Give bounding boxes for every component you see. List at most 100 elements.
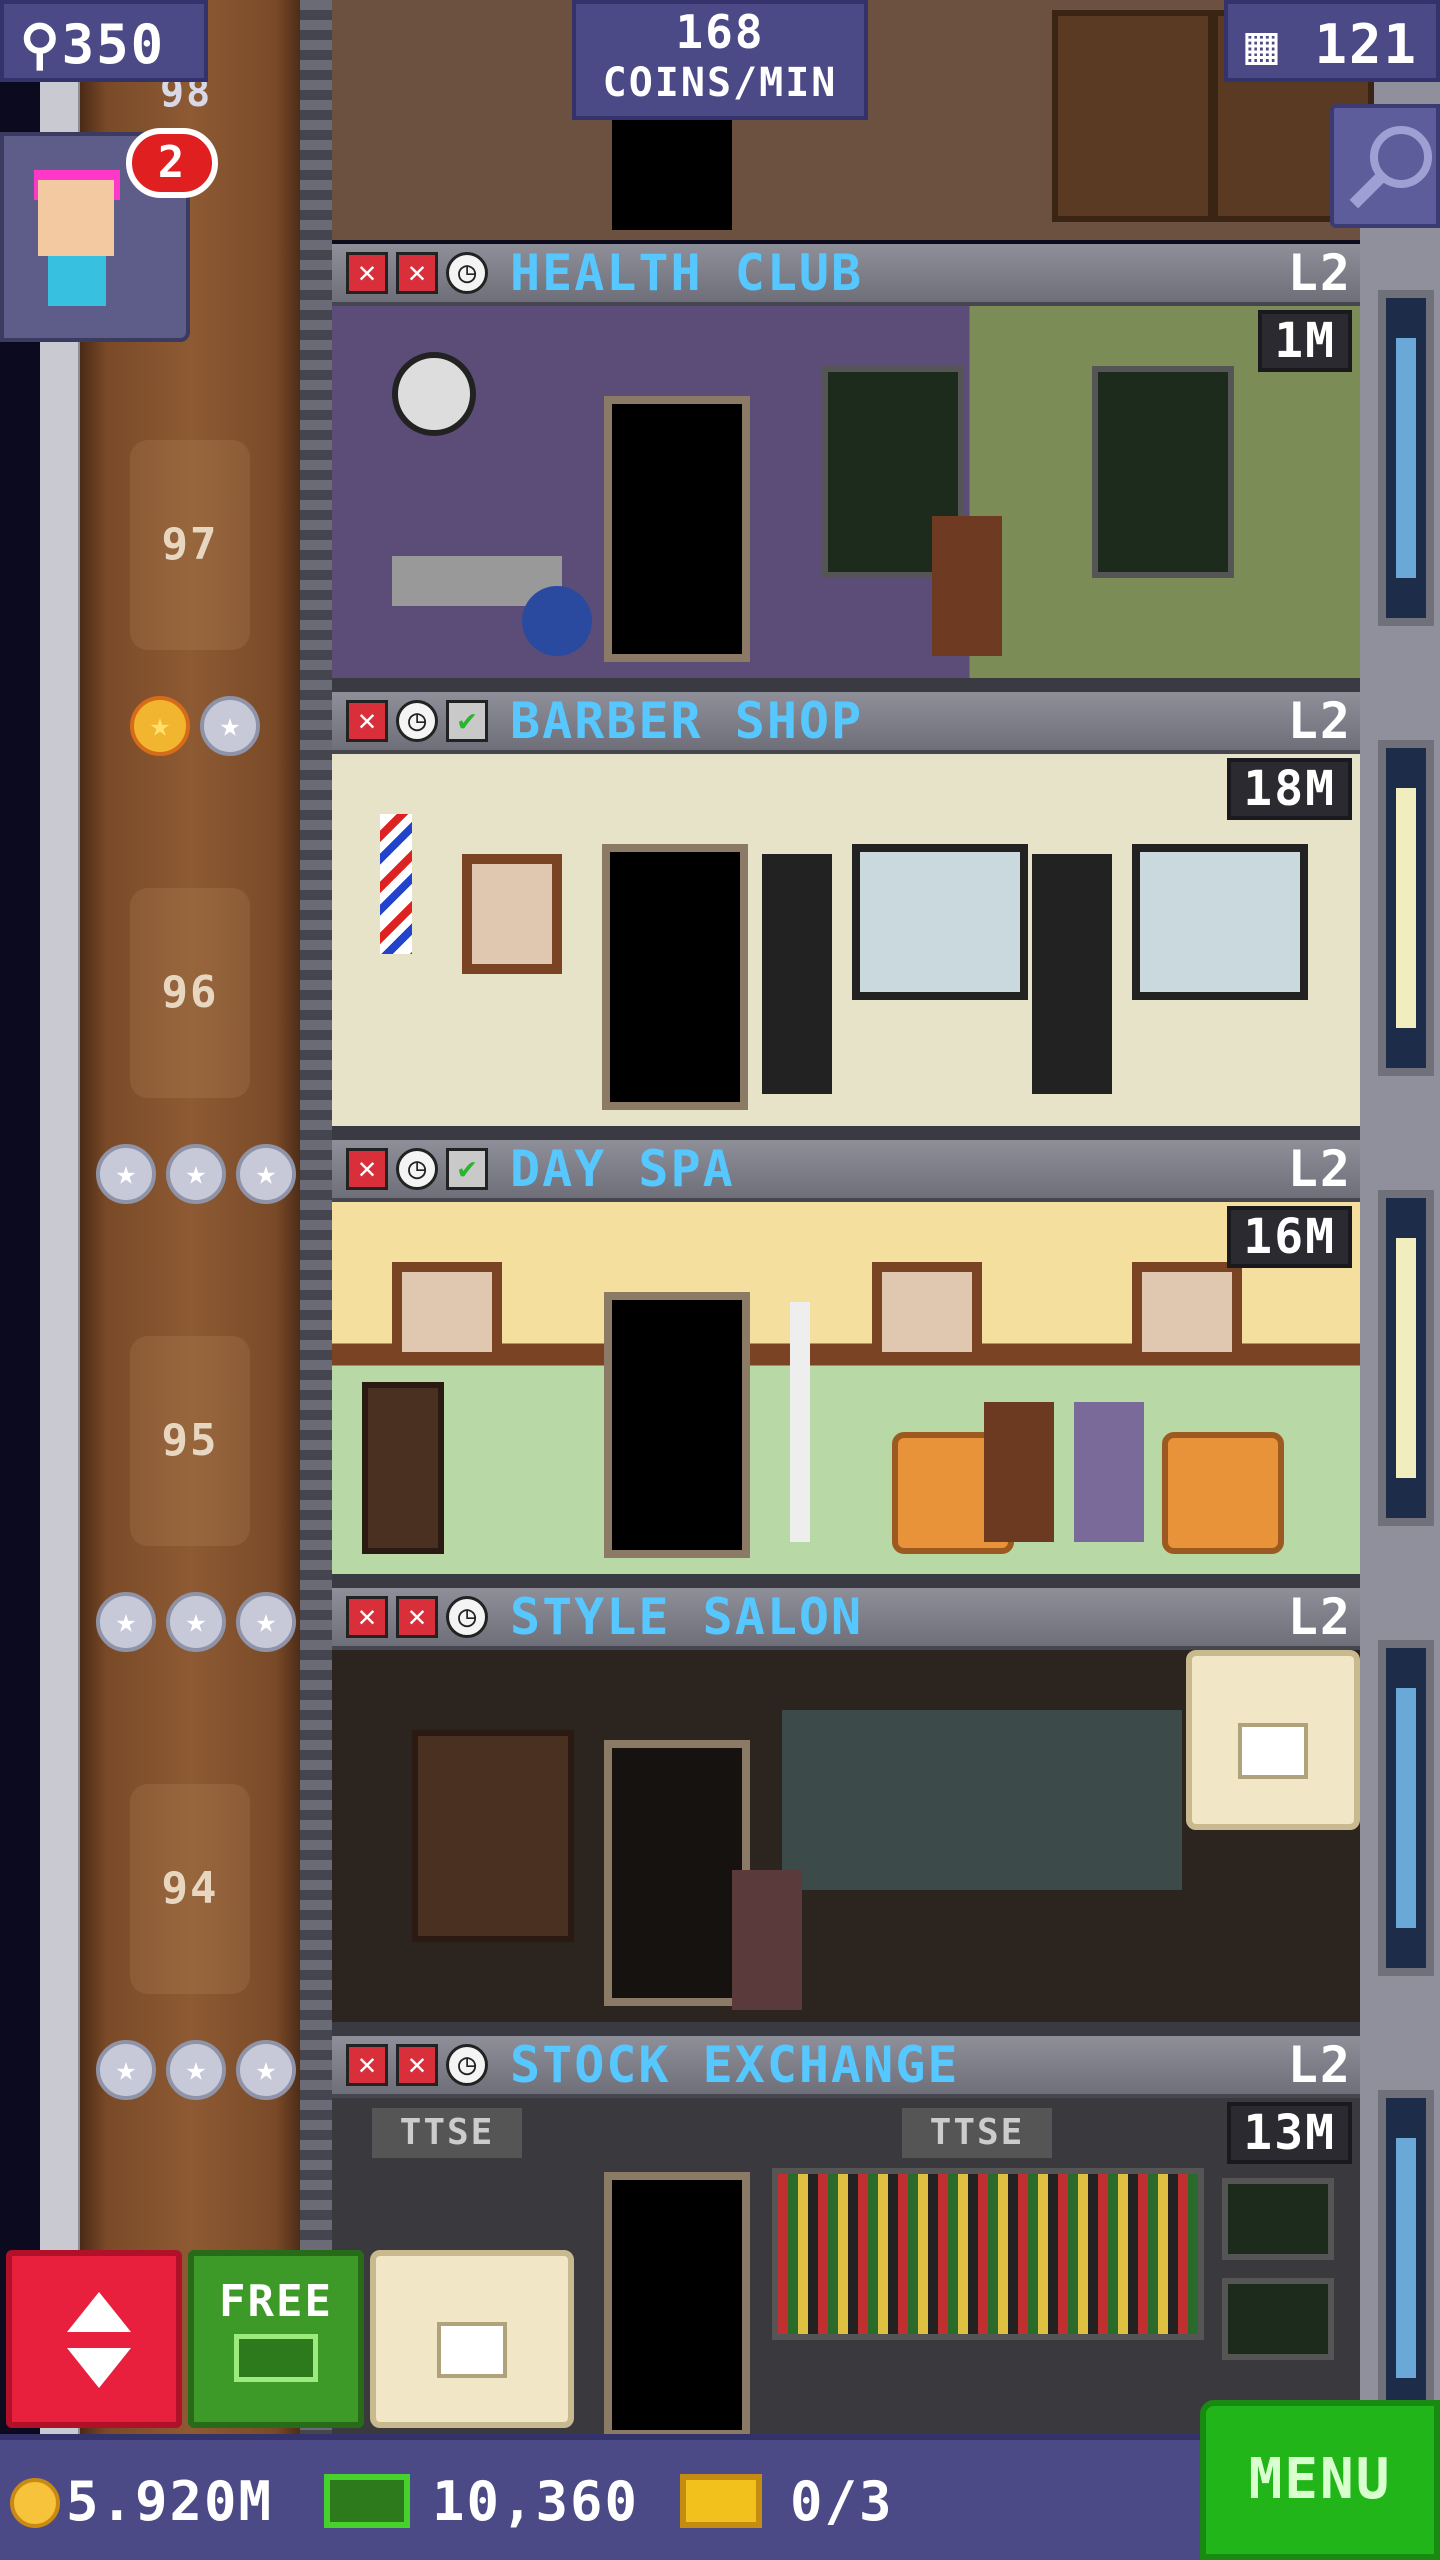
door xyxy=(602,844,748,1110)
barber-pole xyxy=(380,814,412,954)
clock-icon: ◷ xyxy=(396,1148,438,1190)
elevator-button[interactable] xyxy=(6,2250,182,2428)
tower-window xyxy=(1378,2090,1434,2426)
floor-stars: ★ ★ xyxy=(130,696,340,756)
x-icon: ✕ xyxy=(396,252,438,294)
population-counter[interactable]: ⚲350 xyxy=(0,0,208,82)
shelf xyxy=(1052,10,1214,222)
menu-button[interactable]: MENU xyxy=(1200,2400,1440,2560)
floor-earnings: 16M xyxy=(1227,1206,1352,1268)
floor-room xyxy=(332,1202,1360,1574)
star-icon: ★ xyxy=(96,2040,156,2100)
wall-poster xyxy=(462,854,562,974)
floor-room xyxy=(332,754,1360,1126)
visitor[interactable] xyxy=(1074,1402,1144,1542)
floor-base xyxy=(332,678,1360,692)
floor-number: 97 xyxy=(130,440,250,650)
bux-value: 10,360 xyxy=(432,2470,640,2533)
wall-frame xyxy=(1132,1262,1242,1362)
floor-header: ✕ ✕ ◷ STOCK EXCHANGE L2 xyxy=(332,2036,1360,2098)
floor-name: BARBER SHOP xyxy=(510,692,864,750)
floor-header: ✕ ◷ ✔ DAY SPA L2 xyxy=(332,1140,1360,1202)
mirror xyxy=(852,844,1028,1000)
floor-base xyxy=(332,1126,1360,1140)
mirror xyxy=(1132,844,1308,1000)
floor-name: STOCK EXCHANGE xyxy=(510,2036,960,2094)
monitor xyxy=(1222,2178,1334,2260)
tickets-value: 0/3 xyxy=(790,2470,894,2533)
star-icon: ★ xyxy=(236,1144,296,1204)
free-bux-button[interactable]: FREE xyxy=(188,2250,364,2428)
towel-shelf xyxy=(362,1382,444,1554)
star-icon: ★ xyxy=(236,2040,296,2100)
free-label: FREE xyxy=(219,2276,333,2327)
x-icon: ✕ xyxy=(346,700,388,742)
population-value: 350 xyxy=(61,13,166,76)
clock-icon: ◷ xyxy=(446,252,488,294)
window-blind xyxy=(1092,366,1234,578)
exercise-ball xyxy=(522,586,592,656)
crate-icon xyxy=(437,2322,507,2379)
elevator-rail xyxy=(40,0,82,2440)
floor-header: ✕ ✕ ◷ HEALTH CLUB L2 xyxy=(332,244,1360,306)
salon-window xyxy=(782,1710,1182,1890)
tenant[interactable] xyxy=(732,1870,802,2010)
check-icon: ✔ xyxy=(446,1148,488,1190)
star-icon: ★ xyxy=(96,1592,156,1652)
floor-status-icons: ✕ ◷ ✔ xyxy=(346,700,488,742)
x-icon: ✕ xyxy=(346,1596,388,1638)
floor-level: L2 xyxy=(1287,1588,1352,1646)
tower-window xyxy=(1378,1190,1434,1526)
floor-health-club[interactable]: ✕ ✕ ◷ HEALTH CLUB L2 1M xyxy=(332,244,1360,692)
tenant[interactable] xyxy=(984,1402,1054,1542)
coin-rate-value: 168 xyxy=(675,5,765,59)
wall-clock xyxy=(392,352,476,436)
wall-frame xyxy=(392,1262,502,1362)
visitor-count-badge: 2 xyxy=(126,128,218,198)
stock-sign: TTSE xyxy=(372,2108,522,2158)
floor-name: HEALTH CLUB xyxy=(510,244,864,302)
monitor xyxy=(1222,2278,1334,2360)
floor-stars: ★ ★ ★ xyxy=(96,1144,306,1204)
floor-earnings: 1M xyxy=(1258,310,1352,372)
wall-frame xyxy=(872,1262,982,1362)
shelf-unit xyxy=(412,1730,574,1942)
clock-icon: ◷ xyxy=(396,700,438,742)
floor-base xyxy=(332,1574,1360,1588)
floor-number: 95 xyxy=(130,1336,250,1546)
delivery-crate-button[interactable] xyxy=(370,2250,574,2428)
floor-earnings: 13M xyxy=(1227,2102,1352,2164)
floor-day-spa[interactable]: ✕ ◷ ✔ DAY SPA L2 16M xyxy=(332,1140,1360,1588)
x-icon: ✕ xyxy=(346,1148,388,1190)
x-icon: ✕ xyxy=(346,252,388,294)
floors-counter[interactable]: ▦ 121 xyxy=(1224,0,1440,82)
tenant[interactable] xyxy=(932,516,1002,656)
floor-level: L2 xyxy=(1287,1140,1352,1198)
clock-icon: ◷ xyxy=(446,1596,488,1638)
star-icon: ★ xyxy=(166,1592,226,1652)
stock-ticker-board xyxy=(772,2168,1204,2340)
coin-rate-unit: COINS/MIN xyxy=(602,60,838,106)
door xyxy=(604,1740,750,2006)
shelf-unit xyxy=(762,854,832,1094)
floor-base xyxy=(332,2022,1360,2036)
floor-level: L2 xyxy=(1287,244,1352,302)
x-icon: ✕ xyxy=(346,2044,388,2086)
shelf-unit xyxy=(1032,854,1112,1094)
floor-number: 96 xyxy=(130,888,250,1098)
arrow-down-icon xyxy=(67,2348,131,2388)
crate-icon xyxy=(1238,1723,1308,1780)
star-icon: ★ xyxy=(96,1144,156,1204)
floor-name: STYLE SALON xyxy=(510,1588,864,1646)
search-button[interactable] xyxy=(1330,104,1440,228)
bux-icon xyxy=(324,2474,410,2528)
door xyxy=(604,1292,750,1558)
floor-barber-shop[interactable]: ✕ ◷ ✔ BARBER SHOP L2 18M xyxy=(332,692,1360,1140)
x-icon: ✕ xyxy=(396,2044,438,2086)
bux-icon xyxy=(234,2334,318,2382)
delivery-crate-button[interactable] xyxy=(1186,1650,1360,1830)
building-icon: ▦ xyxy=(1245,13,1280,76)
coins-value: 5.920M xyxy=(66,2470,274,2533)
floor-status-icons: ✕ ◷ ✔ xyxy=(346,1148,488,1190)
coin-rate-panel: 168 COINS/MIN xyxy=(572,0,868,120)
